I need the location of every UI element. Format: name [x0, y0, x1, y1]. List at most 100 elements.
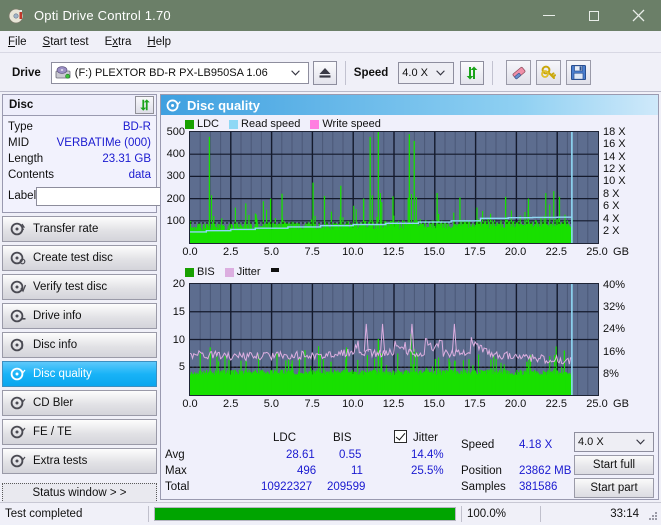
window-title: Opti Drive Control 1.70: [34, 8, 171, 23]
application-window: Opti Drive Control 1.70 File Start test …: [0, 0, 661, 524]
checkbox-box: [394, 430, 407, 443]
disc-label-row: Label: [8, 185, 241, 207]
menu-item-extra[interactable]: Extra: [105, 36, 132, 48]
disc-label-key: Label: [8, 190, 37, 202]
y2-tick: 2 X: [603, 224, 620, 237]
stats-panel: LDC BIS Jitter Avg Max Total 28.61 496 1…: [161, 427, 658, 499]
eject-button[interactable]: [312, 60, 337, 85]
close-button[interactable]: [616, 0, 661, 31]
jitter-max: 25.5%: [411, 465, 444, 477]
eraser-button[interactable]: [506, 60, 532, 85]
y2-tick: 6 X: [603, 200, 620, 213]
status-window-button[interactable]: Status window > >: [2, 483, 157, 503]
start-full-button[interactable]: Start full: [574, 455, 654, 475]
stats-row-label-max: Max: [165, 465, 187, 477]
x-tick: 20.0: [504, 246, 527, 258]
ldc-max: 496: [297, 465, 317, 477]
x-tick: 0.0: [182, 246, 198, 258]
sidebar-item-create-test-disc[interactable]: Create test disc: [2, 245, 157, 271]
legend-item-jitter: Jitter: [224, 266, 261, 278]
ldc-total: 10922327: [261, 481, 313, 493]
y-tick: 300: [166, 170, 185, 183]
test-speed-value: 4.0 X: [578, 436, 604, 448]
y2-tick: 8%: [603, 367, 619, 380]
x-tick: 25.0: [586, 398, 608, 410]
y2-tick: 8 X: [603, 187, 620, 200]
disc-quality-icon: [166, 98, 181, 113]
maximize-button[interactable]: [571, 0, 616, 31]
y2-tick: 32%: [603, 301, 626, 314]
bis-chart-x-axis: 0.0 2.5 5.0 7.5 10.0 12.5 15.0 17.5 20.0…: [161, 398, 658, 412]
y-tick: 400: [166, 148, 185, 161]
disc-row-value: VERBATIMe (000): [56, 137, 151, 149]
sidebar-item-disc-quality[interactable]: Disc quality: [2, 361, 157, 387]
bis-plot-area: [189, 283, 599, 396]
jitter-avg: 14.4%: [411, 449, 444, 461]
drive-value: (F:) PLEXTOR BD-R PX-LB950SA 1.06: [74, 66, 268, 79]
speed-select[interactable]: 4.0 X: [398, 61, 455, 84]
test-speed-select[interactable]: 4.0 X: [574, 432, 654, 452]
menu-item-start-test[interactable]: Start test: [43, 36, 89, 48]
disc-quality-panel: Disc quality LDC Read speed Write speed …: [160, 94, 659, 500]
toolbar: Drive (F:) PLEXTOR BD-R PX-LB950SA 1.06: [0, 54, 661, 92]
y-tick: 500: [166, 126, 185, 138]
disc-test-icon: [10, 337, 26, 353]
bis-max: 11: [351, 465, 363, 477]
ldc-plot-area: [189, 131, 599, 244]
disc-test-icon: [10, 221, 26, 237]
status-message: Test completed: [5, 507, 83, 520]
x-tick: 15.0: [423, 246, 445, 258]
disc-row-key: Contents: [8, 169, 55, 181]
menu-item-help[interactable]: Help: [147, 36, 171, 48]
start-part-label: Start part: [590, 482, 638, 494]
resize-grip[interactable]: [647, 510, 659, 522]
legend-swatch: [229, 119, 239, 129]
sidebar-item-verify-test-disc[interactable]: Verify test disc: [2, 274, 157, 300]
ldc-chart-y-axis: 500 400 300 200 100: [161, 126, 187, 243]
y2-tick: 40%: [603, 279, 626, 291]
x-tick: 15.0: [423, 398, 445, 410]
keys-button[interactable]: [536, 60, 562, 85]
jitter-label: Jitter: [413, 432, 438, 444]
y2-tick: 16 X: [603, 138, 626, 151]
disc-test-icon: [10, 395, 26, 411]
save-button[interactable]: [566, 60, 592, 85]
status-window-label: Status window > >: [32, 487, 127, 499]
drive-select[interactable]: (F:) PLEXTOR BD-R PX-LB950SA 1.06: [50, 61, 309, 84]
disc-row-key: Length: [8, 153, 44, 165]
legend-label: LDC: [197, 118, 220, 130]
disc-row-value: 23.31 GB: [102, 153, 151, 165]
x-axis-unit: GB: [613, 398, 629, 410]
sidebar-item-drive-info[interactable]: Drive info: [2, 303, 157, 329]
y2-tick: 18 X: [603, 126, 626, 138]
legend-marker-black: [270, 267, 279, 272]
disc-test-icon: [10, 366, 26, 382]
menu-item-file[interactable]: File: [8, 36, 27, 48]
app-icon: [8, 7, 26, 25]
sidebar-item-fe-te[interactable]: FE / TE: [2, 419, 157, 445]
menu-bar: File Start test Extra Help: [0, 31, 661, 53]
chevron-down-icon: [285, 68, 306, 78]
panel-title: Disc quality: [187, 97, 260, 113]
x-tick: 5.0: [263, 398, 280, 410]
bis-total: 209599: [327, 481, 366, 493]
position-stat-label: Position: [461, 465, 502, 477]
sidebar-item-disc-info[interactable]: Disc info: [2, 332, 157, 358]
bis-chart-y2-axis: 40% 32% 24% 16% 8%: [600, 279, 658, 396]
x-tick: 7.5: [304, 246, 320, 258]
legend-label: BIS: [197, 266, 215, 278]
disc-panel-title: Disc: [9, 99, 34, 111]
x-tick: 5.0: [263, 246, 280, 258]
start-part-button[interactable]: Start part: [574, 478, 654, 498]
sidebar-item-extra-tests[interactable]: Extra tests: [2, 448, 157, 474]
minimize-button[interactable]: [526, 0, 571, 31]
refresh-speed-button[interactable]: [460, 60, 485, 85]
disc-refresh-button[interactable]: [135, 96, 154, 114]
jitter-checkbox[interactable]: [394, 430, 407, 443]
samples-stat-label: Samples: [461, 481, 506, 493]
sidebar-item-cd-bler[interactable]: CD Bler: [2, 390, 157, 416]
y-tick: 20: [172, 278, 185, 290]
x-tick: 22.5: [545, 398, 568, 410]
samples-stat-value: 381586: [519, 481, 558, 493]
sidebar-item-transfer-rate[interactable]: Transfer rate: [2, 216, 157, 242]
